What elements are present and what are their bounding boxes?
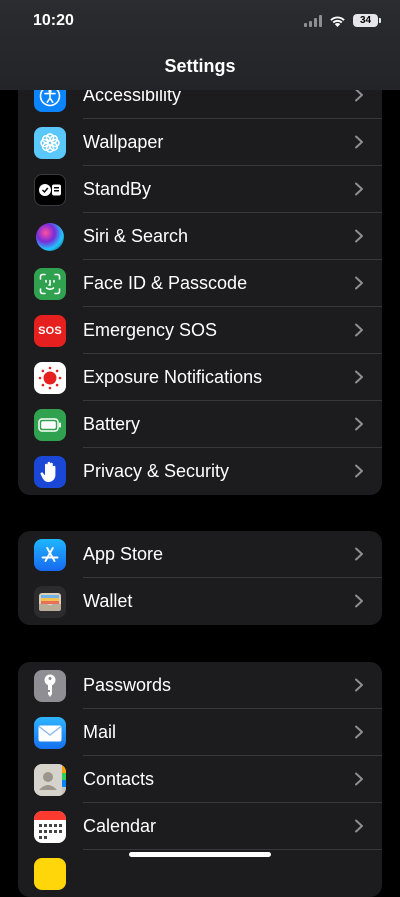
settings-row-label: Wallpaper bbox=[83, 132, 164, 152]
settings-group-apps: Passwords Mail Contacts Calendar bbox=[18, 662, 382, 897]
exposure-icon bbox=[34, 362, 66, 394]
chevron-right-icon bbox=[355, 135, 363, 149]
mail-icon bbox=[34, 717, 66, 749]
settings-row-partial[interactable] bbox=[18, 850, 382, 897]
settings-row-label: Siri & Search bbox=[83, 226, 189, 246]
settings-row-label: Emergency SOS bbox=[83, 320, 218, 340]
page-title: Settings bbox=[164, 56, 236, 76]
wifi-icon bbox=[330, 16, 345, 27]
status-time: 10:20 bbox=[33, 12, 74, 29]
settings-group-store: App Store Wallet bbox=[18, 531, 382, 625]
contacts-icon bbox=[34, 764, 66, 796]
settings-row-label: Calendar bbox=[83, 816, 157, 836]
settings-row-label: Battery bbox=[83, 414, 141, 434]
battery-level: 34 bbox=[353, 14, 381, 27]
settings-row-app-store[interactable]: App Store bbox=[18, 531, 382, 578]
settings-row-wallet[interactable]: Wallet bbox=[18, 578, 382, 625]
status-bar: 10:20 34 bbox=[0, 0, 400, 44]
battery-icon bbox=[34, 409, 66, 441]
chevron-right-icon bbox=[355, 547, 363, 561]
key-icon bbox=[34, 670, 66, 702]
settings-row-label: Contacts bbox=[83, 769, 155, 789]
settings-row-privacy-security[interactable]: Privacy & Security bbox=[18, 448, 382, 495]
chevron-right-icon bbox=[355, 417, 363, 431]
settings-row-label: Exposure Notifications bbox=[83, 367, 263, 387]
chevron-right-icon bbox=[355, 772, 363, 786]
calendar-icon bbox=[34, 811, 66, 843]
siri-icon bbox=[34, 221, 66, 253]
settings-row-contacts[interactable]: Contacts bbox=[18, 756, 382, 803]
settings-row-label: Mail bbox=[83, 722, 117, 742]
home-indicator[interactable] bbox=[129, 852, 271, 857]
settings-row-label: Passwords bbox=[83, 675, 172, 695]
sos-icon-text: SOS bbox=[38, 325, 62, 337]
app-store-icon bbox=[34, 539, 66, 571]
settings-group-general: Accessibility Wallpaper StandBy Siri & S… bbox=[18, 72, 382, 495]
chevron-right-icon bbox=[355, 370, 363, 384]
chevron-right-icon bbox=[355, 594, 363, 608]
settings-row-battery[interactable]: Battery bbox=[18, 401, 382, 448]
standby-icon bbox=[34, 174, 66, 206]
settings-row-calendar[interactable]: Calendar bbox=[18, 803, 382, 850]
settings-row-label: Privacy & Security bbox=[83, 461, 230, 481]
chevron-right-icon bbox=[355, 725, 363, 739]
settings-row-label: Face ID & Passcode bbox=[83, 273, 248, 293]
notes-icon bbox=[34, 858, 66, 890]
settings-row-exposure-notifications[interactable]: Exposure Notifications bbox=[18, 354, 382, 401]
settings-row-passwords[interactable]: Passwords bbox=[18, 662, 382, 709]
status-icons: 34 bbox=[304, 14, 381, 27]
cellular-signal-icon bbox=[304, 14, 322, 27]
settings-row-label: Wallet bbox=[83, 591, 133, 611]
chevron-right-icon bbox=[355, 464, 363, 478]
settings-row-label: App Store bbox=[83, 544, 164, 564]
chevron-right-icon bbox=[355, 323, 363, 337]
settings-row-mail[interactable]: Mail bbox=[18, 709, 382, 756]
settings-row-emergency-sos[interactable]: SOS Emergency SOS bbox=[18, 307, 382, 354]
settings-row-face-id[interactable]: Face ID & Passcode bbox=[18, 260, 382, 307]
chevron-right-icon bbox=[355, 88, 363, 102]
chevron-right-icon bbox=[355, 229, 363, 243]
settings-row-wallpaper[interactable]: Wallpaper bbox=[18, 119, 382, 166]
hand-icon bbox=[34, 456, 66, 488]
face-id-icon bbox=[34, 268, 66, 300]
settings-row-siri-search[interactable]: Siri & Search bbox=[18, 213, 382, 260]
chevron-right-icon bbox=[355, 182, 363, 196]
sos-icon: SOS bbox=[34, 315, 66, 347]
wallpaper-icon bbox=[34, 127, 66, 159]
settings-row-standby[interactable]: StandBy bbox=[18, 166, 382, 213]
chevron-right-icon bbox=[355, 276, 363, 290]
wallet-icon bbox=[34, 586, 66, 618]
chevron-right-icon bbox=[355, 678, 363, 692]
chevron-right-icon bbox=[355, 819, 363, 833]
settings-row-label: StandBy bbox=[83, 179, 152, 199]
